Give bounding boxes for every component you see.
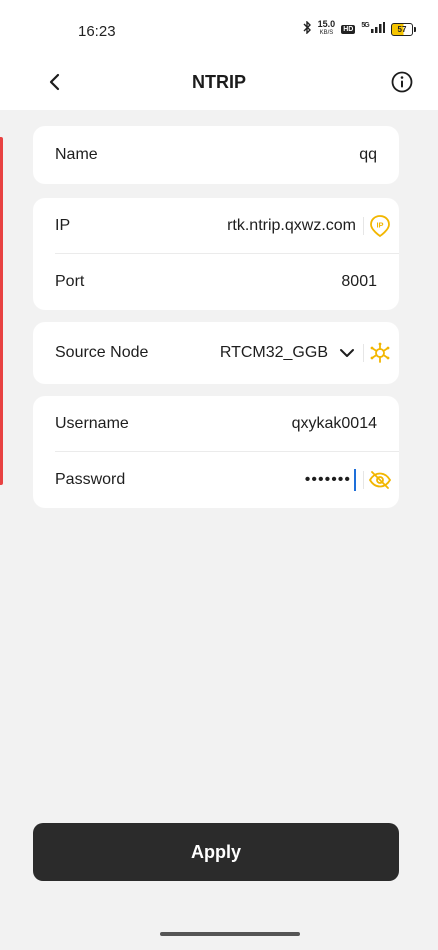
- separator: [363, 344, 364, 362]
- source-node-label: Source Node: [55, 344, 149, 361]
- page-title: NTRIP: [192, 72, 246, 92]
- name-card: Name qq: [33, 126, 399, 184]
- bluetooth-icon: [302, 20, 312, 37]
- network-speed-value: 15.0: [317, 19, 336, 29]
- chevron-down-icon[interactable]: [337, 340, 357, 366]
- username-row[interactable]: Username qxykak0014: [33, 396, 399, 452]
- signal-icon: 5G: [361, 22, 385, 36]
- ip-label: IP: [55, 217, 71, 234]
- name-field[interactable]: qq: [359, 146, 377, 164]
- battery-tip: [414, 26, 416, 32]
- ip-location-pin-icon: IP: [370, 215, 390, 238]
- source-node-card: Source Node RTCM32_GGB: [33, 322, 399, 384]
- separator: [363, 217, 364, 235]
- svg-text:IP: IP: [376, 221, 383, 230]
- eye-off-icon: [368, 471, 392, 489]
- server-card: IP rtk.ntrip.qxwz.com IP Port 8001: [33, 198, 399, 310]
- port-row[interactable]: Port 8001: [33, 254, 399, 310]
- side-accent-bar: [0, 137, 3, 485]
- network-speed: 15.0 KB/S: [318, 20, 336, 38]
- username-label: Username: [55, 415, 129, 432]
- name-label: Name: [55, 146, 98, 163]
- password-value: •••••••: [304, 471, 351, 489]
- port-field[interactable]: 8001: [341, 273, 377, 291]
- status-time: 16:23: [78, 23, 116, 40]
- source-node-row[interactable]: Source Node RTCM32_GGB: [33, 322, 399, 384]
- username-field[interactable]: qxykak0014: [292, 415, 377, 433]
- credentials-card: Username qxykak0014 Password •••••••: [33, 396, 399, 508]
- apply-button[interactable]: Apply: [33, 823, 399, 881]
- source-node-select[interactable]: RTCM32_GGB: [220, 344, 328, 362]
- battery-icon: 57: [391, 22, 416, 36]
- hd-icon: HD: [341, 24, 356, 34]
- password-visibility-toggle[interactable]: [367, 467, 393, 493]
- password-label: Password: [55, 471, 126, 488]
- port-label: Port: [55, 273, 85, 290]
- name-row[interactable]: Name qq: [33, 126, 399, 184]
- text-cursor: [354, 469, 356, 491]
- ip-row[interactable]: IP rtk.ntrip.qxwz.com IP: [33, 198, 399, 254]
- signal-bars-icon: [371, 22, 385, 33]
- separator: [363, 471, 364, 489]
- password-row[interactable]: Password •••••••: [33, 452, 399, 508]
- battery-level: 57: [391, 22, 413, 36]
- info-icon: [391, 71, 413, 93]
- info-button[interactable]: [390, 70, 414, 94]
- nav-bar: NTRIP: [0, 56, 438, 110]
- status-icons: 15.0 KB/S HD 5G 57: [302, 20, 416, 38]
- home-indicator[interactable]: [160, 932, 300, 936]
- status-bar: 16:23 15.0 KB/S HD 5G 57: [0, 6, 438, 56]
- source-node-discover-button[interactable]: [367, 340, 393, 366]
- ip-field[interactable]: rtk.ntrip.qxwz.com: [227, 217, 356, 235]
- signal-label: 5G: [361, 22, 369, 29]
- satellite-nodes-icon: [370, 342, 390, 363]
- ip-location-button[interactable]: IP: [367, 213, 393, 239]
- password-field[interactable]: •••••••: [305, 469, 356, 491]
- network-speed-unit: KB/S: [319, 30, 334, 36]
